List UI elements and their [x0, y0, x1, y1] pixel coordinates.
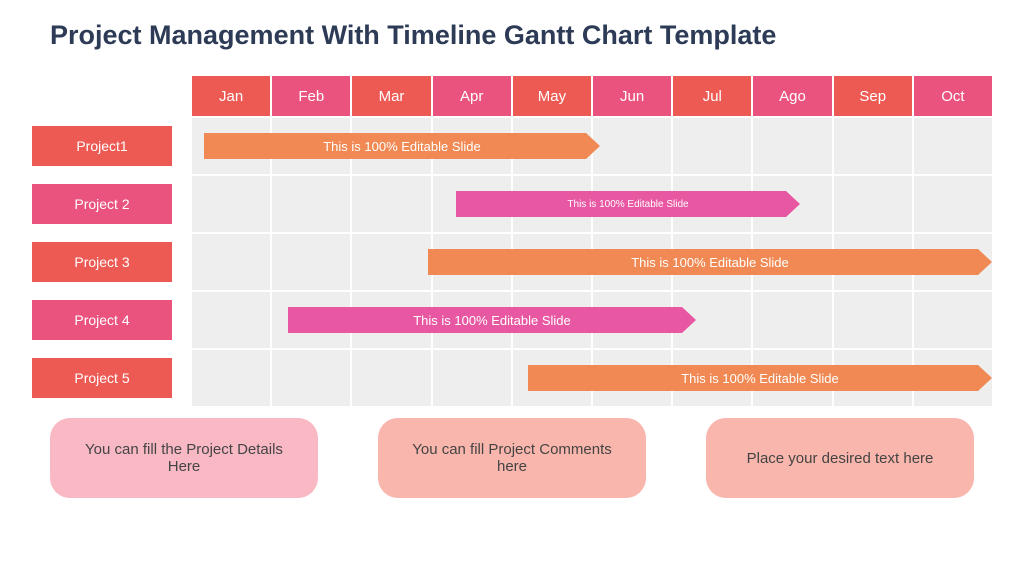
grid-cell [834, 292, 912, 348]
gantt-row: Project 2 [32, 176, 992, 232]
month-header-cell: May [513, 76, 591, 116]
grid-cell [513, 292, 591, 348]
grid-cell [914, 350, 992, 406]
project-label: Project 3 [32, 242, 172, 282]
month-header-cell: Feb [272, 76, 350, 116]
month-header-cell: Mar [352, 76, 430, 116]
grid-cell [352, 234, 430, 290]
grid-cell [272, 234, 350, 290]
gantt-row: Project 3 [32, 234, 992, 290]
month-header-cell: Ago [753, 76, 831, 116]
project-label: Project 2 [32, 184, 172, 224]
project-label: Project 4 [32, 300, 172, 340]
gantt-row: Project 4 [32, 292, 992, 348]
grid-cell [272, 118, 350, 174]
grid-cell [192, 234, 270, 290]
grid-cells [192, 234, 992, 290]
month-header-cell: Apr [433, 76, 511, 116]
grid-cell [192, 176, 270, 232]
grid-cell [673, 234, 751, 290]
grid-cell [834, 350, 912, 406]
grid-cell [753, 292, 831, 348]
gantt-body: Project1 Project 2 Project 3 Project 4 Proje… [32, 118, 992, 406]
grid-cell [914, 292, 992, 348]
grid-cell [673, 118, 751, 174]
grid-cell [272, 292, 350, 348]
grid-cell [352, 118, 430, 174]
grid-cell [433, 292, 511, 348]
grid-cell [513, 350, 591, 406]
project-label: Project 5 [32, 358, 172, 398]
grid-cell [593, 176, 671, 232]
grid-cell [433, 234, 511, 290]
grid-cell [272, 350, 350, 406]
grid-cells [192, 350, 992, 406]
page-title: Project Management With Timeline Gantt C… [50, 20, 994, 51]
footer-box: Place your desired text here [706, 418, 974, 498]
project-label: Project1 [32, 126, 172, 166]
grid-cell [192, 350, 270, 406]
grid-cells [192, 118, 992, 174]
month-header-row: JanFebMarAprMayJunJulAgoSepOct [192, 76, 992, 116]
month-header-cell: Sep [834, 76, 912, 116]
month-header-cell: Oct [914, 76, 992, 116]
grid-cell [513, 176, 591, 232]
grid-cell [834, 234, 912, 290]
month-header-cell: Jan [192, 76, 270, 116]
grid-cell [673, 292, 751, 348]
grid-cell [513, 234, 591, 290]
grid-cell [593, 292, 671, 348]
grid-cell [914, 118, 992, 174]
grid-cell [753, 234, 831, 290]
grid-cell [593, 350, 671, 406]
grid-cell [192, 118, 270, 174]
grid-cell [352, 350, 430, 406]
grid-cell [593, 234, 671, 290]
grid-cell [753, 176, 831, 232]
grid-cell [914, 234, 992, 290]
grid-cell [673, 176, 751, 232]
gantt-chart: JanFebMarAprMayJunJulAgoSepOct Project1P… [32, 76, 992, 406]
grid-cell [433, 118, 511, 174]
month-header-cell: Jul [673, 76, 751, 116]
grid-cell [753, 350, 831, 406]
gantt-row: Project 5 [32, 350, 992, 406]
grid-cell [834, 118, 912, 174]
grid-cell [513, 118, 591, 174]
grid-cell [272, 176, 350, 232]
grid-cells [192, 176, 992, 232]
grid-cell [352, 176, 430, 232]
footer-box: You can fill the Project Details Here [50, 418, 318, 498]
grid-cell [192, 292, 270, 348]
grid-cell [753, 118, 831, 174]
grid-cell [433, 176, 511, 232]
grid-cells [192, 292, 992, 348]
grid-cell [593, 118, 671, 174]
gantt-row: Project1 [32, 118, 992, 174]
grid-cell [673, 350, 751, 406]
footer-box: You can fill Project Comments here [378, 418, 646, 498]
grid-cell [834, 176, 912, 232]
grid-cell [914, 176, 992, 232]
grid-cell [352, 292, 430, 348]
grid-cell [433, 350, 511, 406]
footer-boxes: You can fill the Project Details Here You… [30, 418, 994, 498]
month-header-cell: Jun [593, 76, 671, 116]
